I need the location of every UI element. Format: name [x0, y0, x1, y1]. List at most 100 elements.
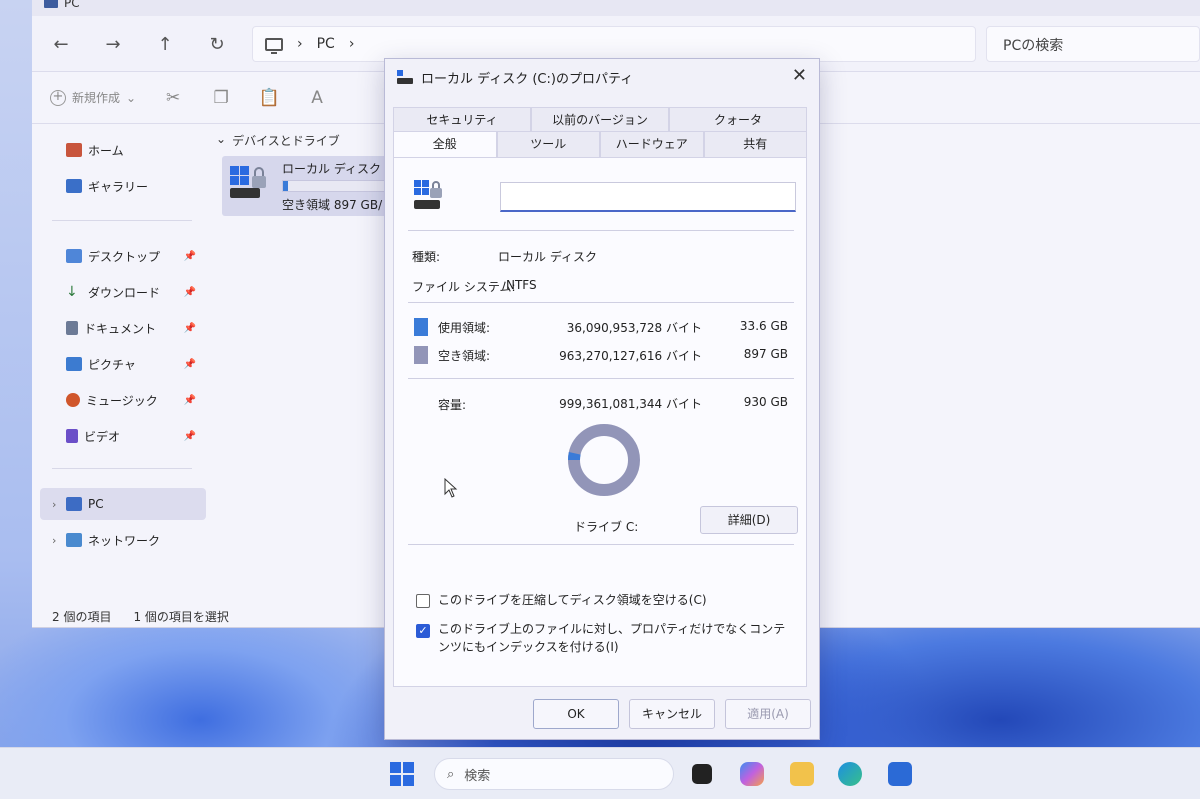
sidebar-item-pictures[interactable]: ピクチャ 📌: [40, 348, 206, 380]
sidebar-item-desktop[interactable]: デスクトップ 📌: [40, 240, 206, 272]
music-icon: [66, 393, 80, 407]
sidebar-item-downloads[interactable]: ↓ ダウンロード 📌: [40, 276, 206, 308]
sidebar-item-music[interactable]: ミュージック 📌: [40, 384, 206, 416]
free-space-gb: 897 GB: [743, 347, 788, 361]
drive-usage-fill: [283, 181, 288, 191]
capacity-bytes: 999,361,081,344 バイト: [559, 397, 702, 411]
status-selected-count: 1 個の項目を選択: [133, 610, 229, 624]
tabs-row-bottom: 全般 ツール ハードウェア 共有: [393, 131, 807, 157]
up-arrow-icon[interactable]: ↑: [154, 34, 176, 56]
paste-icon[interactable]: 📋: [258, 88, 280, 108]
apply-button[interactable]: 適用(A): [725, 699, 811, 729]
status-bar: 2 個の項目 1 個の項目を選択: [52, 608, 229, 625]
taskbar-search-placeholder: 検索: [464, 768, 491, 784]
tab-quota[interactable]: クォータ: [669, 107, 807, 133]
sidebar-item-pc[interactable]: › PC: [40, 488, 206, 520]
tab-previous-versions[interactable]: 以前のバージョン: [531, 107, 669, 133]
tabs-row-top: セキュリティ 以前のバージョン クォータ: [393, 107, 807, 133]
video-icon: [66, 429, 78, 443]
pictures-icon: [66, 357, 82, 371]
edge-browser-icon[interactable]: [838, 762, 862, 786]
chevron-right-icon: ›: [297, 36, 303, 52]
pin-icon[interactable]: 📌: [184, 359, 196, 370]
refresh-icon[interactable]: ↻: [206, 34, 228, 56]
sidebar-item-label: ネットワーク: [88, 533, 161, 548]
tab-sharing[interactable]: 共有: [703, 131, 807, 157]
address-bar[interactable]: › PC ›: [252, 26, 976, 62]
task-view-icon[interactable]: [692, 764, 712, 784]
index-label[interactable]: このドライブ上のファイルに対し、プロパティだけでなくコンテンツにもインデックスを…: [438, 620, 790, 656]
outlook-icon[interactable]: [888, 762, 912, 786]
chevron-right-icon[interactable]: ›: [52, 534, 56, 547]
compress-label[interactable]: このドライブを圧縮してディスク領域を空ける(C): [438, 591, 790, 609]
drive-lock-icon: [414, 180, 442, 209]
search-input[interactable]: PCの検索: [986, 26, 1200, 62]
drive-lock-icon: [230, 166, 266, 198]
explorer-titlebar: PC: [32, 0, 1200, 16]
taskbar-search[interactable]: ⌕ 検索: [434, 758, 674, 790]
devices-section-header[interactable]: ⌄ デバイスとドライブ: [216, 132, 340, 149]
status-item-count: 2 個の項目: [52, 610, 112, 624]
sidebar-item-label: ピクチャ: [88, 357, 136, 372]
pin-icon[interactable]: 📌: [184, 323, 196, 334]
pin-icon[interactable]: 📌: [184, 251, 196, 262]
mouse-cursor-icon: [444, 478, 458, 498]
sidebar-item-label: ミュージック: [86, 393, 158, 408]
index-checkbox[interactable]: ✓: [416, 624, 430, 638]
close-icon[interactable]: ✕: [792, 65, 807, 86]
sidebar-item-network[interactable]: › ネットワーク: [40, 524, 206, 556]
drive-label-input[interactable]: [500, 182, 796, 212]
sidebar-divider: [52, 220, 192, 221]
capacity-label: 容量:: [438, 398, 467, 412]
download-icon: ↓: [66, 284, 78, 300]
sidebar-item-videos[interactable]: ビデオ 📌: [40, 420, 206, 452]
free-space-swatch: [414, 346, 428, 364]
compress-checkbox[interactable]: [416, 594, 430, 608]
cut-icon[interactable]: ✂: [162, 88, 184, 108]
disk-cleanup-button[interactable]: 詳細(D): [700, 506, 798, 534]
sidebar-item-label: ダウンロード: [88, 285, 161, 300]
type-value: ローカル ディスク: [498, 250, 597, 264]
tab-tools[interactable]: ツール: [496, 131, 600, 157]
drive-icon: [397, 70, 413, 84]
dialog-title: ローカル ディスク (C:)のプロパティ: [421, 71, 634, 87]
sidebar-item-gallery[interactable]: ギャラリー: [40, 170, 206, 202]
explorer-tab-title: PC: [64, 0, 80, 10]
cancel-button[interactable]: キャンセル: [629, 699, 715, 729]
sidebar-item-label: ビデオ: [84, 429, 121, 444]
start-button[interactable]: [390, 762, 414, 786]
file-explorer-icon[interactable]: [790, 762, 814, 786]
tab-security[interactable]: セキュリティ: [393, 107, 531, 133]
pin-icon[interactable]: 📌: [184, 395, 196, 406]
used-space-swatch: [414, 318, 428, 336]
explorer-tab[interactable]: PC: [44, 0, 80, 10]
breadcrumb-pc[interactable]: PC: [317, 36, 335, 52]
back-arrow-icon[interactable]: ←: [50, 34, 72, 56]
section-title: デバイスとドライブ: [232, 134, 340, 148]
filesystem-label: ファイル システム:: [412, 280, 516, 294]
separator: [408, 544, 794, 545]
separator: [408, 230, 794, 231]
rename-icon[interactable]: A: [306, 88, 328, 108]
sidebar-item-label: デスクトップ: [88, 249, 161, 264]
free-space-bytes: 963,270,127,616 バイト: [559, 349, 702, 363]
pin-icon[interactable]: 📌: [184, 287, 196, 298]
tab-hardware[interactable]: ハードウェア: [600, 131, 704, 157]
dialog-titlebar: ローカル ディスク (C:)のプロパティ ✕: [385, 59, 819, 95]
copy-icon[interactable]: ❐: [210, 88, 232, 108]
sidebar-item-documents[interactable]: ドキュメント 📌: [40, 312, 206, 344]
ok-button[interactable]: OK: [533, 699, 619, 729]
chevron-down-icon: ⌄: [126, 90, 137, 105]
home-icon: [66, 143, 82, 157]
pin-icon[interactable]: 📌: [184, 431, 196, 442]
chevron-right-icon[interactable]: ›: [349, 36, 355, 52]
sidebar-item-label: PC: [88, 497, 104, 511]
tab-general[interactable]: 全般: [393, 131, 497, 157]
copilot-icon[interactable]: [740, 762, 764, 786]
usage-donut-chart: [568, 424, 640, 496]
type-label: 種類:: [412, 250, 441, 264]
chevron-right-icon[interactable]: ›: [52, 498, 56, 511]
sidebar-item-home[interactable]: ホーム: [40, 134, 206, 166]
new-button[interactable]: + 新規作成 ⌄: [50, 89, 136, 106]
forward-arrow-icon[interactable]: →: [102, 34, 124, 56]
